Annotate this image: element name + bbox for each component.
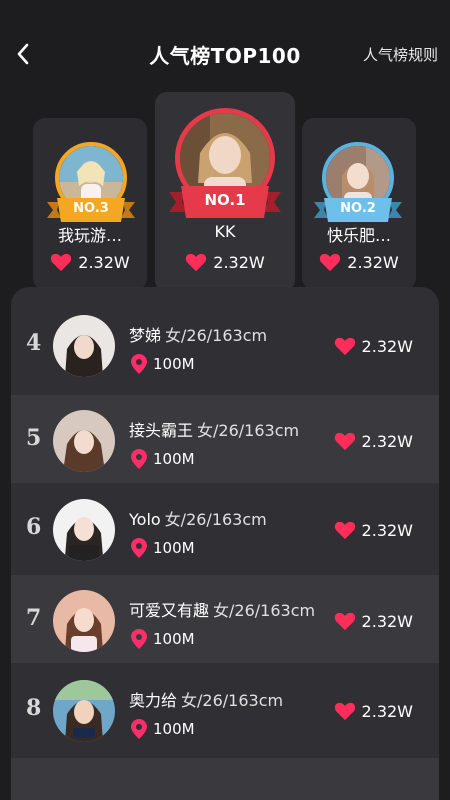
- location-pin-icon: [131, 449, 147, 469]
- user-info: 女/26/163cm: [197, 421, 300, 440]
- heart-icon: [334, 521, 355, 540]
- podium-likes: 2.32W: [155, 252, 295, 272]
- avatar: [53, 680, 115, 742]
- likes: 2.32W: [334, 431, 413, 451]
- podium-card-second[interactable]: NO.2 快乐肥… 2.32W: [302, 118, 416, 290]
- list-item[interactable]: 5 接头霸王 女/26/163cm 100M 2.32W: [11, 395, 439, 483]
- distance-value: 100M: [153, 630, 195, 648]
- avatar: [53, 590, 115, 652]
- likes-count: 2.32W: [361, 336, 413, 356]
- avatar: [53, 499, 115, 561]
- user-info: 女/26/163cm: [164, 510, 267, 529]
- location-pin-icon: [131, 538, 147, 558]
- rules-link[interactable]: 人气榜规则: [363, 44, 438, 65]
- user-name: 奥力给: [129, 691, 178, 710]
- likes: 2.32W: [334, 701, 413, 721]
- rank-number: 5: [26, 425, 42, 451]
- list-item[interactable]: 7 可爱又有趣 女/26/163cm 100M 2.32W: [11, 575, 439, 663]
- heart-icon: [320, 253, 341, 272]
- user-info: 女/26/163cm: [165, 326, 268, 345]
- user-name-line: Yolo 女/26/163cm: [129, 506, 267, 530]
- user-name: 梦娣: [129, 326, 162, 345]
- likes-count: 2.32W: [361, 701, 413, 721]
- likes: 2.32W: [334, 336, 413, 356]
- list-item[interactable]: [11, 758, 439, 800]
- location-pin-icon: [131, 629, 147, 649]
- distance-value: 100M: [153, 450, 195, 468]
- user-name-line: 梦娣 女/26/163cm: [129, 322, 267, 346]
- rank-number: 4: [26, 330, 42, 356]
- list-item[interactable]: 8 奥力给 女/26/163cm 100M 2.32W: [11, 665, 439, 753]
- heart-icon: [186, 253, 207, 272]
- rank-number: 8: [26, 695, 42, 721]
- distance: 100M: [131, 538, 195, 558]
- rank-number: 7: [26, 605, 42, 631]
- podium-card-first[interactable]: NO.1 KK 2.32W: [155, 92, 295, 292]
- user-name-line: 接头霸王 女/26/163cm: [129, 417, 299, 441]
- likes-count: 2.32W: [78, 252, 130, 272]
- user-name: 接头霸王: [129, 421, 194, 440]
- podium-name: 我玩游…: [57, 226, 122, 245]
- list-item[interactable]: 4 梦娣 女/26/163cm 100M 2.32W: [11, 300, 439, 388]
- user-name: Yolo: [129, 510, 161, 529]
- distance: 100M: [131, 629, 195, 649]
- likes: 2.32W: [334, 520, 413, 540]
- podium-likes: 2.32W: [302, 252, 416, 272]
- heart-icon: [334, 612, 355, 631]
- avatar: [53, 410, 115, 472]
- likes: 2.32W: [334, 611, 413, 631]
- distance: 100M: [131, 449, 195, 469]
- distance-value: 100M: [153, 720, 195, 738]
- likes-count: 2.32W: [361, 611, 413, 631]
- heart-icon: [51, 253, 72, 272]
- location-pin-icon: [131, 719, 147, 739]
- podium-name: KK: [214, 222, 236, 241]
- podium-card-third[interactable]: NO.3 我玩游… 2.32W: [33, 118, 147, 290]
- likes-count: 2.32W: [361, 520, 413, 540]
- user-info: 女/26/163cm: [181, 691, 284, 710]
- location-pin-icon: [131, 354, 147, 374]
- podium-name: 快乐肥…: [326, 226, 391, 245]
- avatar: [53, 315, 115, 377]
- rank-label: NO.3: [73, 201, 109, 216]
- likes-count: 2.32W: [347, 252, 399, 272]
- likes-count: 2.32W: [213, 252, 265, 272]
- user-name-line: 奥力给 女/26/163cm: [129, 687, 283, 711]
- list-item[interactable]: 6 Yolo 女/26/163cm 100M 2.32W: [11, 484, 439, 572]
- heart-icon: [334, 432, 355, 451]
- rank-number: 6: [26, 514, 42, 540]
- heart-icon: [334, 337, 355, 356]
- header: 人气榜TOP100 人气榜规则: [0, 0, 450, 100]
- podium-likes: 2.32W: [33, 252, 147, 272]
- distance: 100M: [131, 354, 195, 374]
- distance-value: 100M: [153, 355, 195, 373]
- distance: 100M: [131, 719, 195, 739]
- rank-label: NO.2: [340, 201, 376, 216]
- user-name: 可爱又有趣: [129, 601, 210, 620]
- rank-label: NO.1: [204, 191, 246, 209]
- user-name-line: 可爱又有趣 女/26/163cm: [129, 597, 315, 621]
- likes-count: 2.32W: [361, 431, 413, 451]
- heart-icon: [334, 702, 355, 721]
- distance-value: 100M: [153, 539, 195, 557]
- user-info: 女/26/163cm: [213, 601, 316, 620]
